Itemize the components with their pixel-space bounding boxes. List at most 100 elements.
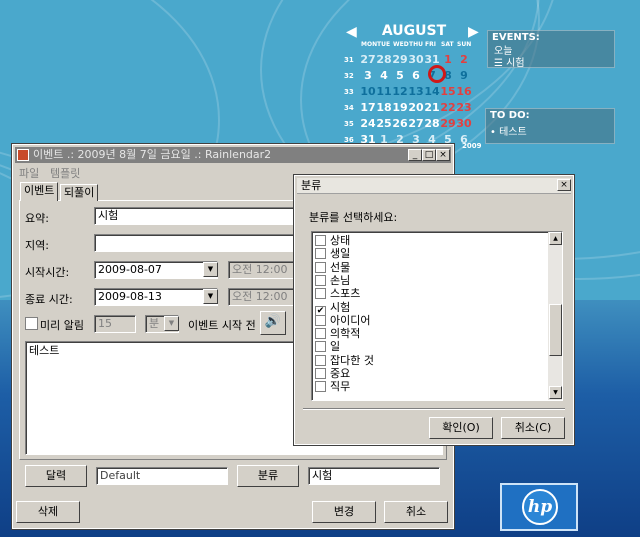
scroll-up-icon[interactable]: ▲: [549, 232, 562, 245]
alarm-unit-dropdown-icon: ▼: [164, 316, 179, 331]
calendar-day[interactable]: 26: [392, 117, 408, 130]
tab-recurrence[interactable]: 되풀이: [60, 184, 99, 201]
category-item[interactable]: 직무: [315, 380, 350, 393]
category-item[interactable]: 손님: [315, 274, 350, 287]
delete-button[interactable]: 삭제: [16, 501, 80, 523]
category-checkbox[interactable]: [315, 368, 326, 379]
calendar-day[interactable]: 24: [360, 117, 376, 130]
category-item[interactable]: 스포츠: [315, 287, 360, 300]
next-month-arrow[interactable]: ▶: [468, 24, 479, 40]
category-item[interactable]: 상태: [315, 234, 350, 247]
calendar-day[interactable]: 6: [408, 69, 424, 82]
todo-item[interactable]: • 테스트: [490, 123, 527, 138]
cancel-button[interactable]: 취소: [384, 501, 448, 523]
events-item[interactable]: ☰ 시험: [494, 54, 525, 69]
calendar-day[interactable]: 30: [408, 53, 424, 66]
category-dialog-title: 분류: [301, 179, 322, 192]
category-item[interactable]: 선물: [315, 261, 350, 274]
calendar-day[interactable]: 3: [360, 69, 376, 82]
maximize-icon[interactable]: □: [422, 149, 436, 161]
category-item[interactable]: 생일: [315, 247, 350, 260]
calendar-day[interactable]: 19: [392, 101, 408, 114]
calendar-day[interactable]: 29: [392, 53, 408, 66]
category-checkbox[interactable]: [315, 274, 326, 286]
calendar-day[interactable]: 9: [456, 69, 472, 82]
week-number: 35: [344, 120, 354, 128]
calendar-button[interactable]: 달력: [25, 465, 87, 487]
calendar-day[interactable]: 28: [376, 53, 392, 66]
minimize-icon[interactable]: _: [408, 149, 422, 161]
calendar-field[interactable]: Default: [96, 467, 228, 485]
calendar-day[interactable]: 10: [360, 85, 376, 98]
weekday-label: FRI: [425, 41, 436, 48]
category-checkbox[interactable]: [315, 381, 326, 393]
todo-panel: TO DO: • 테스트: [485, 108, 615, 144]
ok-button[interactable]: 확인(O): [429, 417, 493, 439]
calendar-day[interactable]: 30: [456, 117, 472, 130]
menu-file[interactable]: 파일: [19, 165, 39, 181]
calendar-day[interactable]: 25: [376, 117, 392, 130]
calendar-day[interactable]: 29: [440, 117, 456, 130]
category-checkbox[interactable]: [315, 248, 326, 260]
category-item[interactable]: 중요: [315, 367, 350, 380]
scroll-thumb[interactable]: [549, 304, 562, 356]
category-item[interactable]: 잡다한 것: [315, 354, 374, 367]
event-window-titlebar[interactable]: 이벤트 .: 2009년 8월 7일 금요일 .: Rainlendar2: [15, 147, 451, 163]
calendar-day[interactable]: 16: [456, 85, 472, 98]
category-item[interactable]: 일: [315, 340, 340, 353]
category-item[interactable]: 의학적: [315, 327, 360, 340]
calendar-day[interactable]: 14: [424, 85, 440, 98]
calendar-day[interactable]: 27: [360, 53, 376, 66]
dialog-cancel-button[interactable]: 취소(C): [501, 417, 565, 439]
end-date-dropdown-icon[interactable]: ▼: [203, 289, 218, 304]
calendar-day[interactable]: 21: [424, 101, 440, 114]
start-date-dropdown-icon[interactable]: ▼: [203, 262, 218, 277]
calendar-day[interactable]: 27: [408, 117, 424, 130]
end-date-field[interactable]: 2009-08-13: [94, 288, 218, 306]
calendar-day[interactable]: 23: [456, 101, 472, 114]
menu-template[interactable]: 템플릿: [50, 165, 80, 181]
calendar-day[interactable]: 22: [440, 101, 456, 114]
week-number: 31: [344, 56, 354, 64]
category-checkbox[interactable]: [315, 235, 326, 246]
speaker-icon[interactable]: 🔊: [260, 311, 286, 335]
calendar-day[interactable]: 4: [376, 69, 392, 82]
category-field[interactable]: 시험: [308, 467, 440, 485]
category-prompt: 분류를 선택하세요:: [309, 211, 398, 224]
calendar-day[interactable]: 28: [424, 117, 440, 130]
category-item[interactable]: ✔ 시험: [315, 301, 350, 317]
dialog-close-icon[interactable]: ×: [557, 179, 571, 191]
end-time-field: 오전 12:00: [228, 288, 298, 306]
todo-header: TO DO:: [490, 110, 530, 121]
scroll-down-icon[interactable]: ▼: [549, 386, 562, 399]
calendar-day[interactable]: 17: [360, 101, 376, 114]
tab-event[interactable]: 이벤트: [20, 182, 59, 201]
calendar-day[interactable]: 5: [392, 69, 408, 82]
hp-logo-circle: hp: [522, 489, 558, 525]
start-date-field[interactable]: 2009-08-07: [94, 261, 218, 279]
category-checkbox[interactable]: [315, 328, 326, 340]
calendar-day[interactable]: 15: [440, 85, 456, 98]
category-dialog-titlebar[interactable]: 분류: [297, 178, 571, 194]
calendar-day[interactable]: 20: [408, 101, 424, 114]
week-number: 34: [344, 104, 354, 112]
category-checkbox[interactable]: [315, 288, 326, 300]
calendar-day[interactable]: 18: [376, 101, 392, 114]
category-button[interactable]: 분류: [237, 465, 299, 487]
calendar-day[interactable]: 11: [376, 85, 392, 98]
category-checkbox[interactable]: [315, 341, 326, 353]
calendar-day[interactable]: 13: [408, 85, 424, 98]
category-checkbox[interactable]: [315, 314, 326, 326]
category-label: 선물: [330, 260, 351, 274]
category-checkbox[interactable]: [315, 354, 326, 366]
event-window-title: 이벤트 .: 2009년 8월 7일 금요일 .: Rainlendar2: [33, 148, 272, 161]
alarm-checkbox[interactable]: [25, 317, 38, 330]
calendar-day[interactable]: 2: [456, 53, 472, 66]
calendar-day[interactable]: 1: [440, 53, 456, 66]
category-checkbox[interactable]: [315, 261, 326, 273]
calendar-day[interactable]: 12: [392, 85, 408, 98]
change-button[interactable]: 변경: [312, 501, 376, 523]
category-item[interactable]: 아이디어: [315, 314, 370, 327]
close-icon[interactable]: ×: [436, 149, 450, 161]
category-listbox[interactable]: 상태 생일 선물 손님 스포츠 ✔ 시험 아이디어 의학적 일 잡다한 것 중요 직무 ▲ ▼: [311, 231, 563, 401]
